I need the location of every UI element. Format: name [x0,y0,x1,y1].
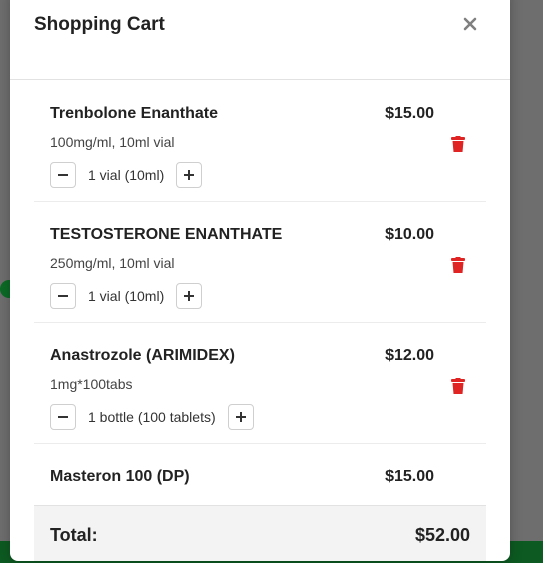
item-price: $10.00 [385,226,434,243]
quantity-label: 1 vial (10ml) [88,167,165,183]
increase-quantity-button[interactable] [176,162,203,188]
item-name: TESTOSTERONE ENANTHATE [50,226,283,243]
quantity-label: 1 bottle (100 tablets) [88,409,216,425]
increase-quantity-button[interactable] [227,404,254,430]
item-name: Masteron 100 (DP) [50,468,190,485]
cart-item: Trenbolone Enanthate $15.00 100mg/ml, 10… [34,81,486,202]
item-variant: 100mg/ml, 10ml vial [50,134,175,150]
minus-icon [58,295,68,297]
plus-icon [235,412,246,422]
quantity-stepper: 1 vial (10ml) [50,282,203,310]
total-value: $52.00 [414,525,470,545]
shopping-cart-modal: Shopping Cart Trenbolone Enanthate $15.0… [10,0,510,561]
decrease-quantity-button[interactable] [50,404,76,430]
minus-icon [58,174,68,176]
plus-icon [184,170,195,180]
item-name: Anastrozole (ARIMIDEX) [50,347,235,364]
quantity-stepper: 1 bottle (100 tablets) [50,403,254,431]
increase-quantity-button[interactable] [176,283,203,309]
cart-items-list[interactable]: Trenbolone Enanthate $15.00 100mg/ml, 10… [34,81,486,505]
trash-icon[interactable] [451,257,465,273]
modal-title: Shopping Cart [34,14,165,35]
item-variant: 1mg*100tabs [50,376,133,392]
cart-total-bar: Total: $52.00 [34,505,486,561]
total-label: Total: [50,525,98,545]
cart-item: Anastrozole (ARIMIDEX) $12.00 1mg*100tab… [34,323,486,444]
decrease-quantity-button[interactable] [50,162,76,188]
plus-icon [184,291,195,301]
decrease-quantity-button[interactable] [50,283,76,309]
cart-item: Masteron 100 (DP) $15.00 [34,444,486,505]
item-name: Trenbolone Enanthate [50,105,219,122]
minus-icon [58,416,68,418]
quantity-label: 1 vial (10ml) [88,288,165,304]
trash-icon[interactable] [451,136,465,152]
quantity-stepper: 1 vial (10ml) [50,161,203,189]
item-price: $12.00 [385,347,434,364]
trash-icon[interactable] [451,378,465,394]
item-price: $15.00 [385,105,434,122]
close-icon[interactable] [458,10,482,38]
modal-header: Shopping Cart [10,0,510,80]
item-price: $15.00 [385,468,434,485]
cart-item: TESTOSTERONE ENANTHATE $10.00 250mg/ml, … [34,202,486,323]
item-variant: 250mg/ml, 10ml vial [50,255,175,271]
